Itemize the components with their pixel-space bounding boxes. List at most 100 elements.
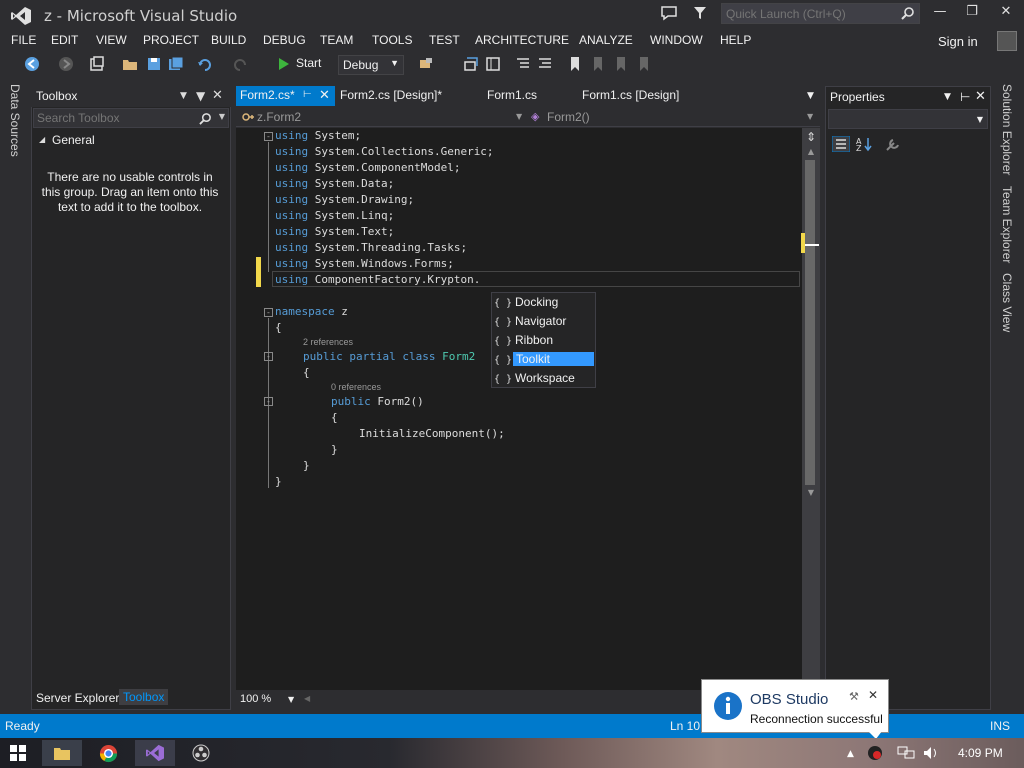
tab-form1-design[interactable]: Form1.cs [Design]	[578, 86, 683, 106]
codelens-references[interactable]: 2 references	[303, 337, 353, 347]
menu-file[interactable]: FILE	[11, 33, 36, 47]
completion-item-ribbon[interactable]: { } Ribbon	[493, 332, 595, 350]
codelens-references[interactable]: 0 references	[331, 382, 381, 392]
tab-form1-cs[interactable]: Form1.cs	[483, 86, 541, 106]
menu-build[interactable]: BUILD	[211, 33, 246, 47]
scroll-up-icon[interactable]: ▲	[804, 147, 818, 157]
tab-solution-explorer[interactable]: Solution Explorer	[1000, 84, 1014, 175]
obs-taskbar-button[interactable]	[181, 740, 221, 766]
completion-item-navigator[interactable]: { } Navigator	[493, 313, 595, 331]
next-bookmark-icon[interactable]	[613, 56, 629, 72]
completion-item-toolkit[interactable]: { } Toolkit	[493, 351, 595, 369]
close-toast-icon[interactable]: ✕	[868, 688, 878, 702]
menu-window[interactable]: WINDOW	[650, 33, 703, 47]
tab-form2-cs[interactable]: Form2.cs* ⊢ ✕	[236, 86, 335, 106]
new-project-icon[interactable]	[89, 56, 105, 72]
search-icon[interactable]	[901, 6, 915, 20]
tab-class-view[interactable]: Class View	[1000, 273, 1014, 332]
alphabetical-sort-icon[interactable]: AZ	[855, 136, 873, 152]
menu-help[interactable]: HELP	[720, 33, 751, 47]
volume-icon[interactable]	[922, 745, 940, 761]
scroll-down-icon[interactable]: ▼	[804, 488, 818, 498]
minimize-button[interactable]: —	[926, 4, 954, 24]
solution-configuration-select[interactable]: Debug ▼	[338, 55, 404, 75]
menu-test[interactable]: TEST	[429, 33, 460, 47]
uncomment-lines-icon[interactable]	[537, 56, 553, 72]
clear-bookmarks-icon[interactable]	[636, 56, 652, 72]
menu-analyze[interactable]: ANALYZE	[579, 33, 633, 47]
tab-server-explorer[interactable]: Server Explorer	[36, 691, 119, 705]
scrollbar-thumb[interactable]	[805, 160, 815, 485]
properties-dropdown-icon[interactable]: ▼	[944, 92, 951, 102]
toolbox-dropdown-icon[interactable]: ▼	[180, 91, 187, 101]
close-window-button[interactable]: ✕	[992, 4, 1020, 24]
undo-icon[interactable]	[197, 56, 213, 72]
open-file-icon[interactable]	[122, 56, 138, 72]
wrench-settings-icon[interactable]: ⚒	[849, 690, 859, 703]
nav-member-dropdown[interactable]: Form2()	[547, 110, 590, 124]
navigate-forward-icon[interactable]	[58, 56, 74, 72]
sign-in-link[interactable]: Sign in	[938, 34, 978, 49]
comment-lines-icon[interactable]	[515, 56, 531, 72]
menu-view[interactable]: VIEW	[96, 33, 127, 47]
search-icon[interactable]	[199, 112, 212, 125]
property-pages-wrench-icon[interactable]	[884, 136, 902, 152]
prev-bookmark-icon[interactable]	[590, 56, 606, 72]
chevron-down-icon[interactable]: ▼	[807, 112, 813, 121]
chevron-down-icon[interactable]: ▼	[288, 695, 294, 704]
data-sources-tab[interactable]: Data Sources	[6, 84, 24, 164]
fold-toggle[interactable]: -	[264, 397, 273, 406]
menu-team[interactable]: TEAM	[320, 33, 353, 47]
close-tab-icon[interactable]: ✕	[319, 87, 330, 103]
pin-icon[interactable]: ⊢	[960, 90, 970, 104]
chevron-down-icon[interactable]: ▼	[516, 112, 522, 121]
completion-item-workspace[interactable]: { } Workspace	[493, 370, 595, 388]
pin-icon[interactable]: ⊢	[303, 89, 312, 100]
user-avatar-icon[interactable]	[997, 31, 1017, 51]
toolbox-group-general[interactable]: General	[52, 133, 95, 147]
obs-notification-toast[interactable]: OBS Studio Reconnection successful ⚒ ✕	[701, 679, 889, 733]
solution-config-icon[interactable]	[418, 56, 434, 72]
toolbox-search-input[interactable]	[34, 109, 199, 127]
start-play-icon[interactable]	[278, 56, 290, 72]
obs-tray-icon[interactable]	[867, 745, 883, 761]
fold-toggle[interactable]: -	[264, 352, 273, 361]
completion-item-docking[interactable]: { } Docking	[493, 294, 595, 312]
notification-filter-icon[interactable]	[693, 5, 707, 21]
save-all-icon[interactable]	[168, 56, 184, 72]
toolbox-search-box[interactable]: ▼	[33, 108, 229, 128]
feedback-icon[interactable]	[660, 5, 678, 21]
restore-button[interactable]: ❐	[958, 4, 986, 24]
menu-edit[interactable]: EDIT	[51, 33, 78, 47]
save-icon[interactable]	[146, 56, 162, 72]
quick-launch-input[interactable]	[722, 4, 892, 23]
collapse-triangle-icon[interactable]: ◢	[39, 135, 45, 144]
menu-debug[interactable]: DEBUG	[263, 33, 306, 47]
network-icon[interactable]	[897, 745, 915, 761]
fold-toggle[interactable]: -	[264, 308, 273, 317]
tab-overflow-dropdown-icon[interactable]: ▼	[807, 91, 814, 101]
windows-start-icon[interactable]	[10, 745, 26, 761]
intellisense-completion-list[interactable]: { } Docking { } Navigator { } Ribbon { } Too…	[491, 292, 596, 388]
code-editor[interactable]: - - - - using System; using System.Colle…	[236, 128, 802, 690]
taskbar-clock[interactable]: 4:09 PM	[958, 746, 1003, 760]
fold-toggle[interactable]: -	[264, 132, 273, 141]
show-hidden-icons-chevron-icon[interactable]: ▲	[847, 749, 854, 759]
layout-icon[interactable]	[485, 56, 501, 72]
menu-architecture[interactable]: ARCHITECTURE	[475, 33, 569, 47]
menu-project[interactable]: PROJECT	[143, 33, 199, 47]
quick-launch-box[interactable]	[721, 3, 920, 24]
tab-form2-design[interactable]: Form2.cs [Design]*	[336, 86, 446, 106]
chevron-down-icon[interactable]: ▼	[219, 112, 225, 121]
menu-tools[interactable]: TOOLS	[372, 33, 412, 47]
close-toolbox-icon[interactable]: ✕	[212, 88, 223, 103]
categorized-view-icon[interactable]	[832, 136, 850, 152]
chrome-taskbar-button[interactable]	[89, 740, 129, 766]
scroll-left-icon[interactable]: ◀	[304, 694, 310, 703]
pin-icon[interactable]: ▼	[196, 89, 205, 103]
file-explorer-taskbar-button[interactable]	[42, 740, 82, 766]
tab-team-explorer[interactable]: Team Explorer	[1000, 186, 1014, 263]
zoom-level-select[interactable]: 100 %	[240, 693, 271, 705]
toggle-layout-icon[interactable]	[463, 56, 479, 72]
close-properties-icon[interactable]: ✕	[975, 89, 986, 104]
